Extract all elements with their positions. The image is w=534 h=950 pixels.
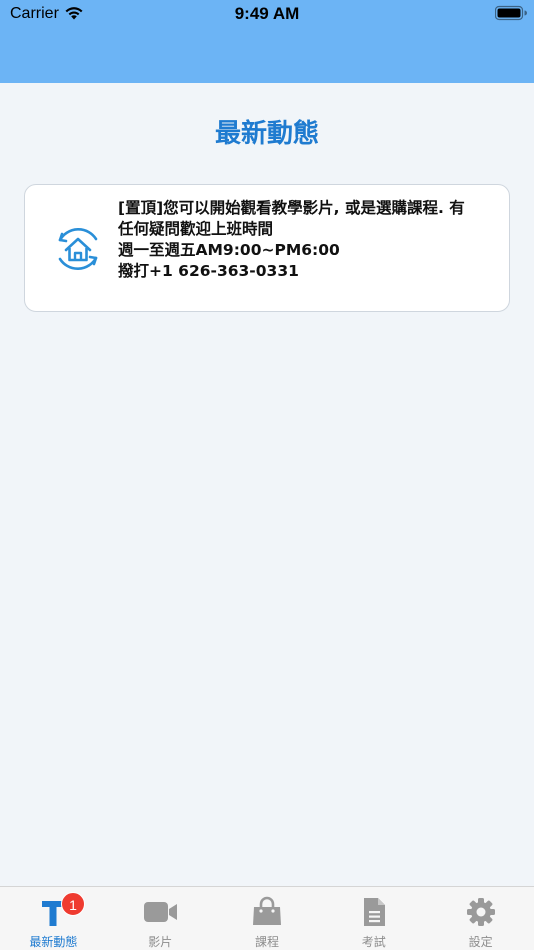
post-line: 任何疑問歡迎上班時間: [118, 220, 274, 238]
tab-exams[interactable]: 考試: [320, 887, 427, 950]
tab-label: 影片: [148, 935, 173, 949]
tab-courses[interactable]: 課程: [214, 887, 321, 950]
tab-label: 考試: [361, 935, 386, 949]
post-line: 撥打+1 626-363-0331: [118, 262, 299, 280]
tab-bar: 1 最新動態 影片 課程 考試 設定: [0, 886, 534, 950]
home-refresh-icon: [58, 228, 98, 270]
tab-label: 課程: [254, 935, 279, 949]
document-icon: [363, 898, 385, 926]
tab-videos[interactable]: 影片: [107, 887, 214, 950]
tab-label: 最新動態: [29, 935, 78, 949]
post-line: [置頂]您可以開始觀看教學影片, 或是選購課程. 有: [118, 199, 465, 217]
tab-news[interactable]: 1 最新動態: [0, 887, 107, 950]
status-time: 9:49 AM: [234, 4, 300, 23]
page-title: 最新動態: [214, 119, 319, 149]
tab-label: 設定: [468, 935, 493, 949]
pinned-post-card[interactable]: [置頂]您可以開始觀看教學影片, 或是選購課程. 有 任何疑問歡迎上班時間 週一…: [24, 184, 510, 312]
video-camera-icon: [144, 902, 178, 922]
status-bar: Carrier 9:49 AM: [0, 0, 534, 28]
post-line: 週一至週五AM9:00~PM6:00: [118, 241, 340, 259]
shopping-bag-icon: [252, 896, 281, 925]
gear-icon: [466, 898, 495, 926]
tab-settings[interactable]: 設定: [427, 887, 534, 950]
post-body: [置頂]您可以開始觀看教學影片, 或是選購課程. 有 任何疑問歡迎上班時間 週一…: [118, 198, 500, 282]
battery-icon: [495, 5, 527, 21]
notification-badge: 1: [61, 892, 85, 916]
